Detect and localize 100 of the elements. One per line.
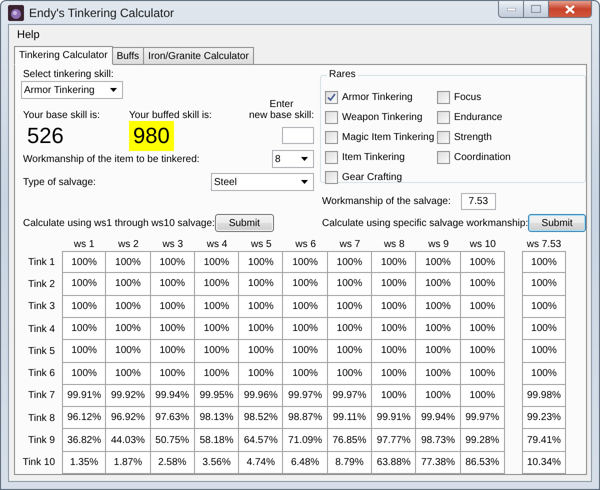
table-cell: 100%	[62, 273, 106, 296]
rare-checkbox[interactable]: Focus	[437, 87, 581, 108]
checkbox[interactable]	[325, 150, 338, 164]
table-cell: 100%	[239, 296, 284, 318]
submit-button[interactable]: Submit	[528, 214, 586, 232]
row-label: Tink 6	[27, 367, 56, 382]
table-cell: 100%	[460, 362, 505, 385]
column-header: ws 7.53	[526, 238, 562, 252]
row-label: Tink 7	[27, 389, 56, 404]
menu-item[interactable]: Help	[16, 28, 41, 41]
item-workmanship-label: Workmanship of the item to be tinkered:	[23, 154, 200, 165]
new-skill-label: Enter new base skill:	[248, 99, 314, 122]
rare-checkbox[interactable]: Item Tinkering	[325, 147, 437, 168]
calc-range-label: Calculate using ws1 through ws10 salvage:	[23, 218, 215, 229]
table-cell: 100%	[460, 318, 505, 340]
table-cell: 100%	[194, 318, 240, 340]
table-cell: 100%	[283, 296, 328, 318]
table-cell: 100%	[416, 362, 461, 385]
table-cell: 6.48%	[283, 452, 328, 474]
rare-checkbox[interactable]: Gear Crafting	[325, 167, 437, 188]
column-header: ws 4	[206, 238, 228, 252]
rare-checkbox[interactable]: Coordination	[437, 147, 581, 168]
table-cell: 100%	[106, 251, 151, 274]
checkbox[interactable]	[437, 90, 450, 104]
table-cell: 100%	[239, 273, 284, 296]
table-cell: 36.82%	[62, 429, 106, 452]
table-cell: 100%	[416, 384, 461, 408]
checkbox[interactable]	[437, 150, 450, 164]
tab[interactable]: Iron/Granite Calculator	[143, 47, 254, 64]
column-header: ws 7	[338, 238, 362, 252]
window-title: Endy's Tinkering Calculator	[29, 6, 176, 20]
close-button[interactable]	[549, 0, 592, 18]
tab[interactable]: Buffs	[112, 47, 144, 64]
maximize-icon	[531, 5, 541, 13]
checkbox[interactable]	[325, 90, 338, 104]
item-workmanship-dropdown[interactable]: 8	[272, 150, 314, 168]
column-header: ws 5	[250, 238, 273, 252]
table-cell: 100%	[239, 318, 284, 340]
table-cell: 100%	[194, 362, 240, 385]
rare-checkbox[interactable]: Magic Item Tinkering	[325, 127, 437, 148]
caret-icon	[110, 88, 117, 92]
submit-button[interactable]: Submit	[214, 214, 274, 232]
table-cell: 63.88%	[372, 452, 416, 474]
table-cell: 99.92%	[106, 384, 151, 408]
table-cell: 100%	[416, 273, 461, 296]
table-cell: 100%	[522, 251, 566, 274]
table-cell: 100%	[283, 251, 328, 274]
table-cell: 100%	[416, 296, 461, 318]
minimize-icon	[506, 8, 516, 10]
table-cell: 100%	[372, 384, 416, 408]
table-cell: 98.73%	[416, 429, 461, 452]
table-cell: 100%	[460, 273, 505, 296]
minimize-button[interactable]	[498, 0, 524, 18]
table-cell: 97.63%	[150, 407, 195, 430]
skill-dropdown[interactable]: Armor Tinkering	[21, 81, 123, 100]
rare-checkbox[interactable]: Endurance	[437, 107, 581, 128]
table-cell: 100%	[460, 340, 505, 363]
row-label: Tink 3	[27, 300, 56, 314]
tab[interactable]: Tinkering Calculator	[14, 46, 113, 66]
row-label: Tink 10	[22, 456, 56, 470]
table-cell: 100%	[62, 340, 106, 363]
row-label: Tink 5	[27, 344, 56, 359]
table-cell: 100%	[150, 273, 195, 296]
salvage-workmanship-input[interactable]: 7.53	[460, 193, 496, 210]
maximize-button[interactable]	[524, 0, 549, 18]
buffed-skill-value: 980	[129, 120, 174, 151]
table-cell: 100%	[460, 251, 505, 274]
table-cell: 100%	[460, 384, 505, 408]
checkbox[interactable]	[325, 130, 338, 144]
column-header: ws 2	[117, 238, 140, 252]
table-cell: 100%	[328, 251, 372, 274]
rare-checkbox[interactable]: Weapon Tinkering	[325, 107, 437, 128]
rare-checkbox[interactable]: Armor Tinkering	[325, 87, 437, 108]
column-header: ws 9	[427, 238, 450, 252]
table-cell: 76.85%	[328, 429, 372, 452]
checkbox[interactable]	[437, 130, 450, 144]
table-cell: 98.52%	[239, 407, 284, 430]
rare-checkbox[interactable]: Strength	[437, 127, 581, 148]
base-skill-label: Your base skill is:	[22, 110, 101, 122]
table-cell: 100%	[522, 362, 566, 385]
checkbox[interactable]	[325, 170, 338, 184]
table-cell: 100%	[150, 296, 195, 318]
table-cell: 99.23%	[522, 407, 566, 430]
checkbox[interactable]	[325, 110, 338, 124]
table-cell: 96.92%	[106, 407, 151, 430]
salvage-type-dropdown[interactable]: Steel	[211, 173, 314, 192]
table-cell: 100%	[328, 362, 372, 385]
column-header: ws 1	[72, 238, 96, 252]
checkbox[interactable]	[437, 110, 450, 124]
table-cell: 100%	[372, 296, 416, 318]
table-cell: 100%	[372, 251, 416, 274]
buffed-skill-label: Your buffed skill is:	[128, 110, 213, 122]
new-skill-input[interactable]	[282, 127, 314, 144]
row-label: Tink 9	[27, 434, 56, 448]
row-label: Tink 2	[27, 278, 56, 292]
salvage-workmanship-label: Workmanship of the salvage:	[322, 196, 451, 208]
table-cell: 99.91%	[372, 407, 416, 430]
table-cell: 100%	[522, 340, 566, 363]
table-cell: 100%	[522, 296, 566, 318]
table-cell: 97.77%	[372, 429, 416, 452]
